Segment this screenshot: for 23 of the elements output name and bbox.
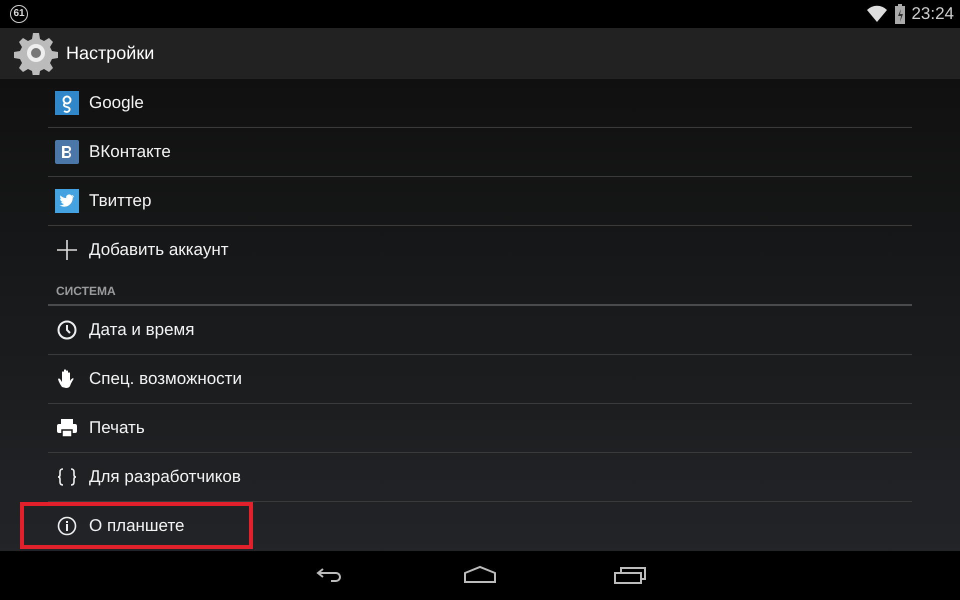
settings-item[interactable]: Дата и время (48, 306, 912, 355)
battery-icon (894, 4, 906, 24)
settings-item[interactable]: Спец. возможности (48, 354, 912, 404)
settings-item[interactable]: Печать (48, 404, 912, 453)
section-header: СИСТЕМА (48, 274, 912, 306)
plus-icon (55, 238, 79, 262)
info-icon (55, 514, 79, 538)
screen-title: Настройки (66, 42, 154, 64)
settings-item[interactable]: ВКонтакте (48, 128, 912, 177)
clock-icon (55, 318, 79, 342)
notification-badge: 61 (10, 4, 28, 23)
google-icon (55, 90, 79, 115)
clock-time: 23:24 (911, 4, 954, 24)
settings-item[interactable]: Твиттер (48, 176, 912, 226)
bird-icon (55, 188, 79, 213)
home-icon (463, 565, 497, 586)
vk-icon (55, 140, 79, 164)
settings-item[interactable]: Для разработчиков (48, 452, 912, 502)
gear-icon (14, 31, 58, 76)
recents-icon (613, 565, 647, 586)
settings-item[interactable]: Google (48, 78, 912, 128)
settings-item[interactable]: Добавить аккаунт (48, 226, 912, 275)
settings-item[interactable]: О планшете (48, 502, 912, 551)
